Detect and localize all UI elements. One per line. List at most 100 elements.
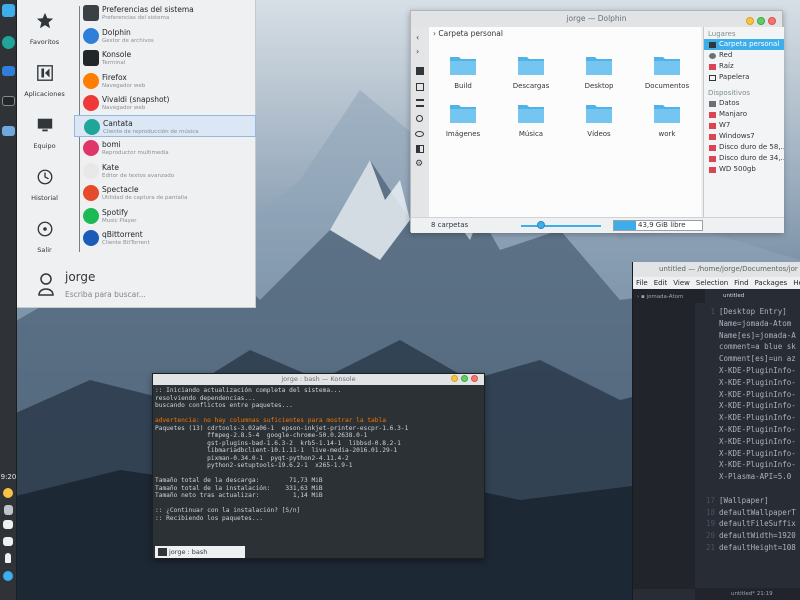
line-number (695, 330, 715, 342)
tab-historial[interactable]: Historial (17, 168, 72, 202)
menu-item[interactable]: File (636, 279, 648, 287)
minimize-button[interactable] (746, 17, 754, 25)
device-item[interactable]: Windows7 (704, 131, 784, 142)
user-section: jorge Escriba para buscar... (17, 264, 256, 308)
preview-icon[interactable] (415, 131, 424, 137)
close-button[interactable] (471, 375, 478, 382)
clipboard-icon[interactable] (4, 505, 13, 515)
code-editor[interactable]: [Desktop Entry] Name=jomada-Atom Name[es]=… (719, 306, 796, 554)
app-item[interactable]: Preferencias del sistema Preferencias del… (74, 2, 256, 25)
close-button[interactable] (768, 17, 776, 25)
tab-salir[interactable]: Salir (17, 220, 72, 254)
folder-item[interactable]: Build (433, 55, 493, 90)
app-description: Gestor de archivos (102, 37, 154, 44)
menu-item[interactable]: He (793, 279, 800, 287)
folder-item[interactable]: Imágenes (433, 103, 493, 138)
line-number (695, 400, 715, 412)
folder-icon (450, 57, 476, 75)
app-launcher-icon[interactable] (2, 4, 15, 17)
minimize-button[interactable] (451, 375, 458, 382)
maximize-button[interactable] (461, 375, 468, 382)
device-item[interactable]: Manjaro (704, 109, 784, 120)
task-icon[interactable] (2, 96, 15, 106)
app-item[interactable]: Dolphin Gestor de archivos (74, 25, 256, 48)
device-item[interactable]: Disco duro de 34,... (704, 153, 784, 164)
app-item[interactable]: bomi Reproductor multimedia (74, 137, 256, 160)
app-name: Preferencias del sistema (102, 5, 194, 14)
task-icon[interactable] (2, 126, 15, 136)
forward-icon[interactable]: › (416, 47, 419, 56)
app-item[interactable]: Firefox Navegador web (74, 70, 256, 93)
zoom-slider[interactable] (521, 225, 601, 227)
notifications-icon[interactable] (3, 488, 13, 498)
app-item[interactable]: Spotify Music Player (74, 205, 256, 228)
folder-item[interactable]: Desktop (569, 55, 629, 90)
folder-item[interactable]: work (637, 103, 697, 138)
gear-icon[interactable]: ⚙ (415, 159, 423, 169)
task-icon[interactable] (2, 36, 15, 49)
menu-item[interactable]: Selection (696, 279, 728, 287)
search-icon[interactable] (416, 115, 423, 122)
tab-aplicaciones[interactable]: Aplicaciones (17, 64, 72, 98)
folder-item[interactable]: Descargas (501, 55, 561, 90)
window-titlebar[interactable]: jorge : bash — Konsole (153, 374, 484, 385)
menu-item[interactable]: View (673, 279, 690, 287)
user-avatar-icon (38, 273, 54, 296)
terminal-tab[interactable]: jorge : bash (155, 546, 245, 558)
zoom-slider-handle[interactable] (537, 221, 545, 229)
code-line: [Desktop Entry] (719, 307, 787, 316)
editor-tab[interactable]: untitled (705, 289, 800, 303)
tab-equipo[interactable]: Equipo (17, 116, 72, 150)
tree-item[interactable]: › ▪ jomada-Atom (637, 294, 683, 300)
window-title[interactable]: untitled — /home/jorge/Documentos/jor (633, 262, 800, 277)
clock[interactable]: 9:20 (0, 473, 17, 481)
device-item[interactable]: Datos (704, 98, 784, 109)
show-desktop-icon[interactable] (3, 571, 13, 581)
folder-item[interactable]: Documentos (637, 55, 697, 90)
details-view-icon[interactable] (416, 99, 424, 107)
menu-item[interactable]: Packages (755, 279, 788, 287)
folder-item[interactable]: Vídeos (569, 103, 629, 138)
place-item[interactable]: Raíz (704, 61, 784, 72)
battery-icon[interactable] (5, 553, 11, 563)
compact-view-icon[interactable] (416, 83, 424, 91)
split-icon[interactable] (416, 145, 424, 153)
window-titlebar[interactable]: jorge — Dolphin (411, 11, 782, 27)
back-icon[interactable]: ‹ (416, 33, 419, 42)
app-item[interactable]: Spectacle Utilidad de captura de pantalla (74, 182, 256, 205)
terminal-line: :: Recibiendo los paquetes... (155, 514, 264, 522)
app-item[interactable]: Vivaldi (snapshot) Navegador web (74, 92, 256, 115)
app-item[interactable]: qBittorrent Cliente BitTorrent (74, 227, 256, 250)
terminal-line: python2-setuptools-19.6.2-1 x265-1.9-1 (155, 462, 353, 469)
menu-item[interactable]: Find (734, 279, 748, 287)
place-item[interactable]: Papelera (704, 72, 784, 83)
icons-view-icon[interactable] (416, 67, 424, 75)
device-item[interactable]: WD 500gb (704, 164, 784, 175)
network-icon[interactable] (3, 537, 13, 546)
code-line: defaultWidth=1920 (719, 531, 796, 541)
device-item[interactable]: Disco duro de 58,... (704, 142, 784, 153)
search-input[interactable]: Escriba para buscar... (65, 290, 146, 299)
menu-item[interactable]: Edit (654, 279, 668, 287)
device-item[interactable]: W7 (704, 120, 784, 131)
maximize-button[interactable] (757, 17, 765, 25)
konsole-window: jorge : bash — Konsole :: Iniciando actu… (152, 373, 485, 559)
breadcrumb[interactable]: › Carpeta personal (433, 29, 503, 38)
line-number (695, 341, 715, 353)
code-line: Name[es]=jomada-A (719, 330, 796, 340)
place-item[interactable]: Red (704, 50, 784, 61)
app-item[interactable]: Kate Editor de textos avanzado (74, 160, 256, 183)
bomi-icon (83, 140, 99, 156)
folder-icon (654, 57, 680, 75)
app-name: Dolphin (102, 27, 131, 37)
terminal-output[interactable]: :: Iniciando actualización completa del … (155, 387, 483, 522)
volume-icon[interactable] (3, 520, 13, 529)
qbittorrent-icon (83, 230, 99, 246)
folder-item[interactable]: Música (501, 103, 561, 138)
task-icon[interactable] (2, 66, 15, 76)
place-item[interactable]: Carpeta personal (704, 39, 784, 50)
app-item[interactable]: Konsole Terminal (74, 47, 256, 70)
tab-favoritos[interactable]: Favoritos (17, 12, 72, 46)
app-item[interactable]: Cantata Cliente de reproducción de música (74, 114, 256, 137)
